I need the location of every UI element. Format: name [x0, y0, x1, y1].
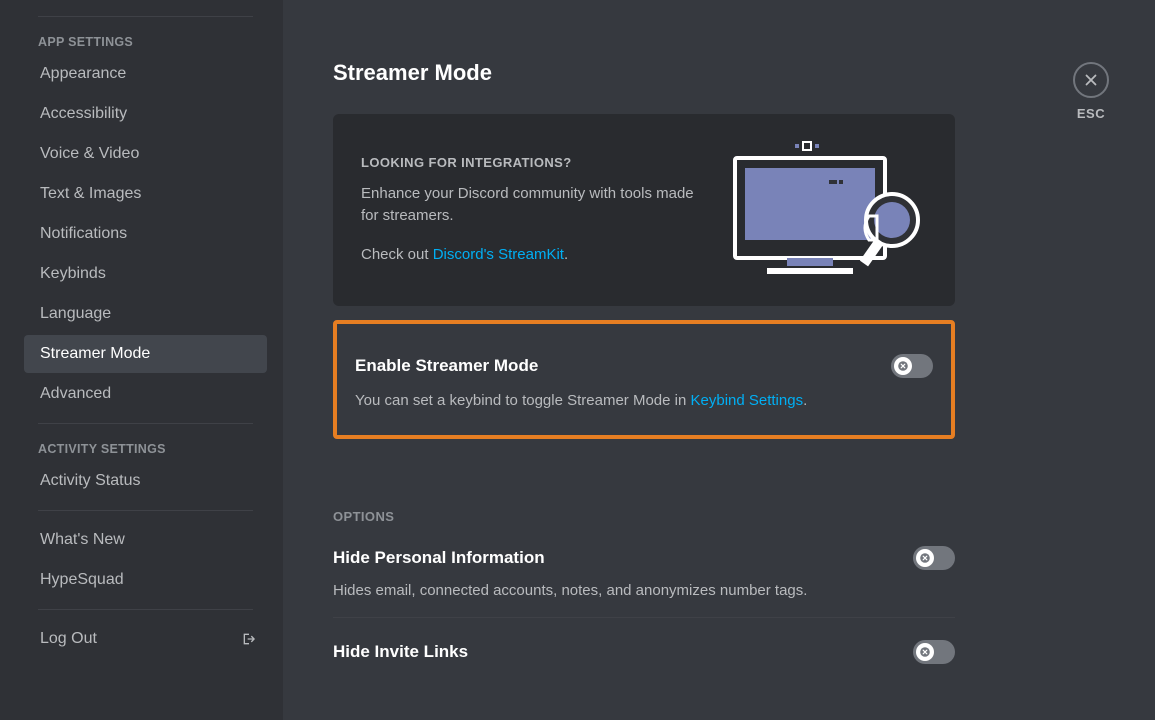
hide-personal-info-toggle[interactable]	[913, 546, 955, 570]
option-title: Hide Personal Information	[333, 548, 545, 568]
promo-checkout-suffix: .	[564, 246, 568, 263]
toggle-knob	[894, 357, 912, 375]
sidebar-item-voice-video[interactable]: Voice & Video	[24, 135, 267, 173]
close-icon	[1073, 62, 1109, 98]
logout-icon	[241, 631, 257, 647]
promo-text: LOOKING FOR INTEGRATIONS? Enhance your D…	[361, 154, 697, 266]
sidebar-item-appearance[interactable]: Appearance	[24, 55, 267, 93]
streamkit-link[interactable]: Discord's StreamKit	[433, 246, 564, 263]
monitor-illustration-icon	[717, 140, 927, 280]
promo-checkout-prefix: Check out	[361, 246, 433, 263]
sidebar-item-hypesquad[interactable]: HypeSquad	[24, 561, 267, 599]
sidebar-item-label: Notifications	[40, 225, 127, 243]
option-desc: Hides email, connected accounts, notes, …	[333, 582, 955, 599]
settings-sidebar: APP SETTINGS Appearance Accessibility Vo…	[0, 0, 283, 720]
sidebar-item-text-images[interactable]: Text & Images	[24, 175, 267, 213]
enable-streamer-mode-highlight: Enable Streamer Mode You can set a keybi…	[333, 320, 955, 439]
sidebar-item-label: Appearance	[40, 65, 126, 83]
enable-streamer-mode-toggle[interactable]	[891, 354, 933, 378]
hide-invite-links-toggle[interactable]	[913, 640, 955, 664]
sidebar-item-label: Voice & Video	[40, 145, 139, 163]
options-header: OPTIONS	[333, 509, 955, 524]
streamkit-promo: LOOKING FOR INTEGRATIONS? Enhance your D…	[333, 114, 955, 306]
close-label: ESC	[1077, 106, 1105, 121]
toggle-knob	[916, 643, 934, 661]
sidebar-item-label: Advanced	[40, 385, 111, 403]
sidebar-item-accessibility[interactable]: Accessibility	[24, 95, 267, 133]
sidebar-item-logout[interactable]: Log Out	[24, 620, 267, 658]
app-root: APP SETTINGS Appearance Accessibility Vo…	[0, 0, 1155, 720]
sidebar-item-label: Log Out	[40, 630, 97, 648]
sidebar-section-activity-settings: ACTIVITY SETTINGS	[22, 434, 277, 460]
enable-streamer-mode-desc: You can set a keybind to toggle Streamer…	[355, 392, 933, 409]
sidebar-item-activity-status[interactable]: Activity Status	[24, 462, 267, 500]
sidebar-divider	[38, 16, 253, 17]
sidebar-divider	[38, 510, 253, 511]
sidebar-item-language[interactable]: Language	[24, 295, 267, 333]
sidebar-item-notifications[interactable]: Notifications	[24, 215, 267, 253]
enable-streamer-mode-title: Enable Streamer Mode	[355, 356, 538, 376]
sidebar-item-label: Keybinds	[40, 265, 106, 283]
desc-prefix: You can set a keybind to toggle Streamer…	[355, 392, 691, 409]
sidebar-item-streamer-mode[interactable]: Streamer Mode	[24, 335, 267, 373]
promo-body: Enhance your Discord community with tool…	[361, 183, 697, 227]
sidebar-item-label: Streamer Mode	[40, 345, 150, 363]
settings-main: ESC Streamer Mode LOOKING FOR INTEGRATIO…	[283, 0, 1155, 720]
sidebar-item-advanced[interactable]: Advanced	[24, 375, 267, 413]
sidebar-divider	[38, 423, 253, 424]
option-hide-personal-info: Hide Personal Information Hides email, c…	[333, 540, 955, 618]
sidebar-item-keybinds[interactable]: Keybinds	[24, 255, 267, 293]
sidebar-item-whats-new[interactable]: What's New	[24, 521, 267, 559]
promo-heading: LOOKING FOR INTEGRATIONS?	[361, 154, 697, 173]
option-hide-invite-links: Hide Invite Links	[333, 634, 955, 664]
keybind-settings-link[interactable]: Keybind Settings	[691, 392, 804, 409]
sidebar-divider	[38, 609, 253, 610]
sidebar-item-label: HypeSquad	[40, 571, 124, 589]
page-content: Streamer Mode LOOKING FOR INTEGRATIONS? …	[283, 0, 1155, 704]
desc-suffix: .	[803, 392, 807, 409]
sidebar-item-label: Language	[40, 305, 111, 323]
sidebar-section-app-settings: APP SETTINGS	[22, 27, 277, 53]
close-settings[interactable]: ESC	[1073, 62, 1109, 121]
page-title: Streamer Mode	[333, 60, 955, 86]
sidebar-item-label: Accessibility	[40, 105, 127, 123]
promo-checkout: Check out Discord's StreamKit.	[361, 244, 697, 266]
sidebar-item-label: Activity Status	[40, 472, 140, 490]
enable-streamer-mode-row: Enable Streamer Mode	[355, 354, 933, 378]
toggle-knob	[916, 549, 934, 567]
sidebar-item-label: Text & Images	[40, 185, 141, 203]
sidebar-item-label: What's New	[40, 531, 125, 549]
option-title: Hide Invite Links	[333, 642, 468, 662]
